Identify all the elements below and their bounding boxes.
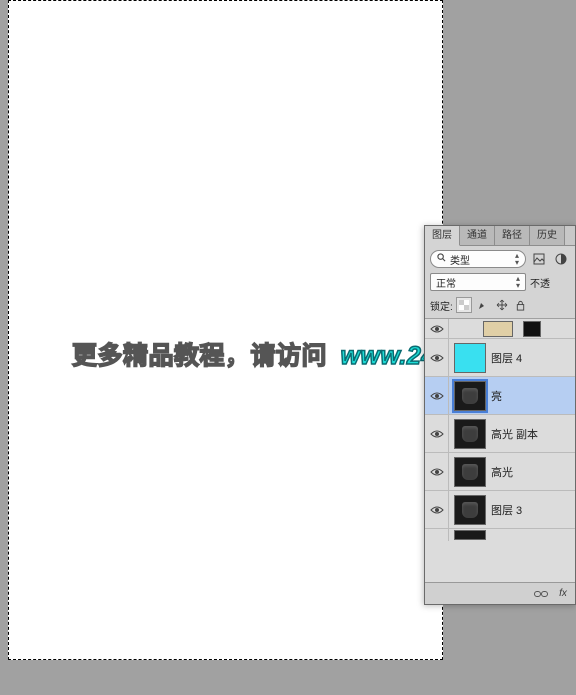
layer-row[interactable]: 图层 4 (425, 339, 575, 377)
search-icon (437, 253, 446, 265)
layer-thumbnail[interactable] (454, 343, 486, 373)
layer-row[interactable]: 亮 (425, 377, 575, 415)
opacity-label: 不透 (530, 275, 550, 290)
layer-thumbnail[interactable] (454, 457, 486, 487)
filter-row: 类型 ▴▾ (425, 246, 575, 272)
chevron-updown-icon: ▴▾ (516, 275, 520, 289)
lock-row: 锁定: (425, 296, 575, 318)
layer-name-label[interactable]: 高光 (491, 464, 513, 480)
layer-name-label[interactable]: 高光 副本 (491, 426, 538, 442)
lock-position-button[interactable] (494, 297, 510, 313)
layer-row[interactable]: 图层 3 (425, 491, 575, 529)
eye-icon (430, 467, 444, 477)
tab-history[interactable]: 历史 (530, 226, 565, 245)
blend-mode-select[interactable]: 正常 ▴▾ (430, 273, 526, 291)
layer-thumbnail[interactable] (454, 495, 486, 525)
panel-footer: fx (425, 582, 575, 604)
lock-pixels-button[interactable] (475, 297, 491, 313)
layer-list: 图层 4 亮 高光 副本 高光 (425, 318, 575, 582)
eye-icon (430, 324, 444, 334)
visibility-toggle[interactable] (425, 453, 449, 490)
layer-thumbnail[interactable] (454, 419, 486, 449)
visibility-toggle[interactable] (425, 319, 449, 338)
visibility-toggle[interactable] (425, 491, 449, 528)
tab-paths[interactable]: 路径 (495, 226, 530, 245)
layer-row[interactable] (425, 529, 575, 541)
layer-thumbnail[interactable] (454, 530, 486, 540)
visibility-toggle[interactable] (425, 339, 449, 376)
eye-icon (430, 353, 444, 363)
document-canvas[interactable] (8, 0, 443, 660)
blend-mode-value: 正常 (436, 275, 456, 290)
lock-all-button[interactable] (513, 297, 529, 313)
layer-row[interactable]: 高光 副本 (425, 415, 575, 453)
watermark-label: 更多精品教程，请访问 (72, 342, 327, 370)
blend-row: 正常 ▴▾ 不透 (425, 272, 575, 296)
layer-thumbnail[interactable] (454, 381, 486, 411)
link-layers-icon[interactable] (533, 586, 549, 602)
visibility-toggle[interactable] (425, 377, 449, 414)
layer-fx-button[interactable]: fx (555, 586, 571, 602)
panel-tabs: 图层 通道 路径 历史 (425, 226, 575, 246)
filter-image-icon[interactable] (530, 250, 548, 268)
tab-channels[interactable]: 通道 (460, 226, 495, 245)
layer-row[interactable] (425, 319, 575, 339)
layer-filter-select[interactable]: 类型 ▴▾ (430, 250, 526, 268)
eye-icon (430, 505, 444, 515)
layer-name-label[interactable]: 图层 4 (491, 350, 522, 366)
eye-icon (430, 429, 444, 439)
lock-label: 锁定: (430, 298, 453, 313)
tab-layers[interactable]: 图层 (425, 226, 460, 246)
eye-icon (430, 391, 444, 401)
layer-row[interactable]: 高光 (425, 453, 575, 491)
filter-adjust-icon[interactable] (552, 250, 570, 268)
layer-name-label[interactable]: 图层 3 (491, 502, 522, 518)
layer-name-label[interactable]: 亮 (491, 388, 502, 404)
lock-transparency-button[interactable] (456, 297, 472, 313)
layer-mask-thumbnail[interactable] (523, 321, 541, 337)
layers-panel: 图层 通道 路径 历史 类型 ▴▾ 正常 ▴▾ 不透 锁定: (424, 225, 576, 605)
visibility-toggle[interactable] (425, 415, 449, 452)
filter-label: 类型 (450, 252, 470, 267)
chevron-updown-icon: ▴▾ (515, 252, 519, 266)
layer-thumbnail[interactable] (483, 321, 513, 337)
visibility-toggle[interactable] (425, 529, 449, 541)
